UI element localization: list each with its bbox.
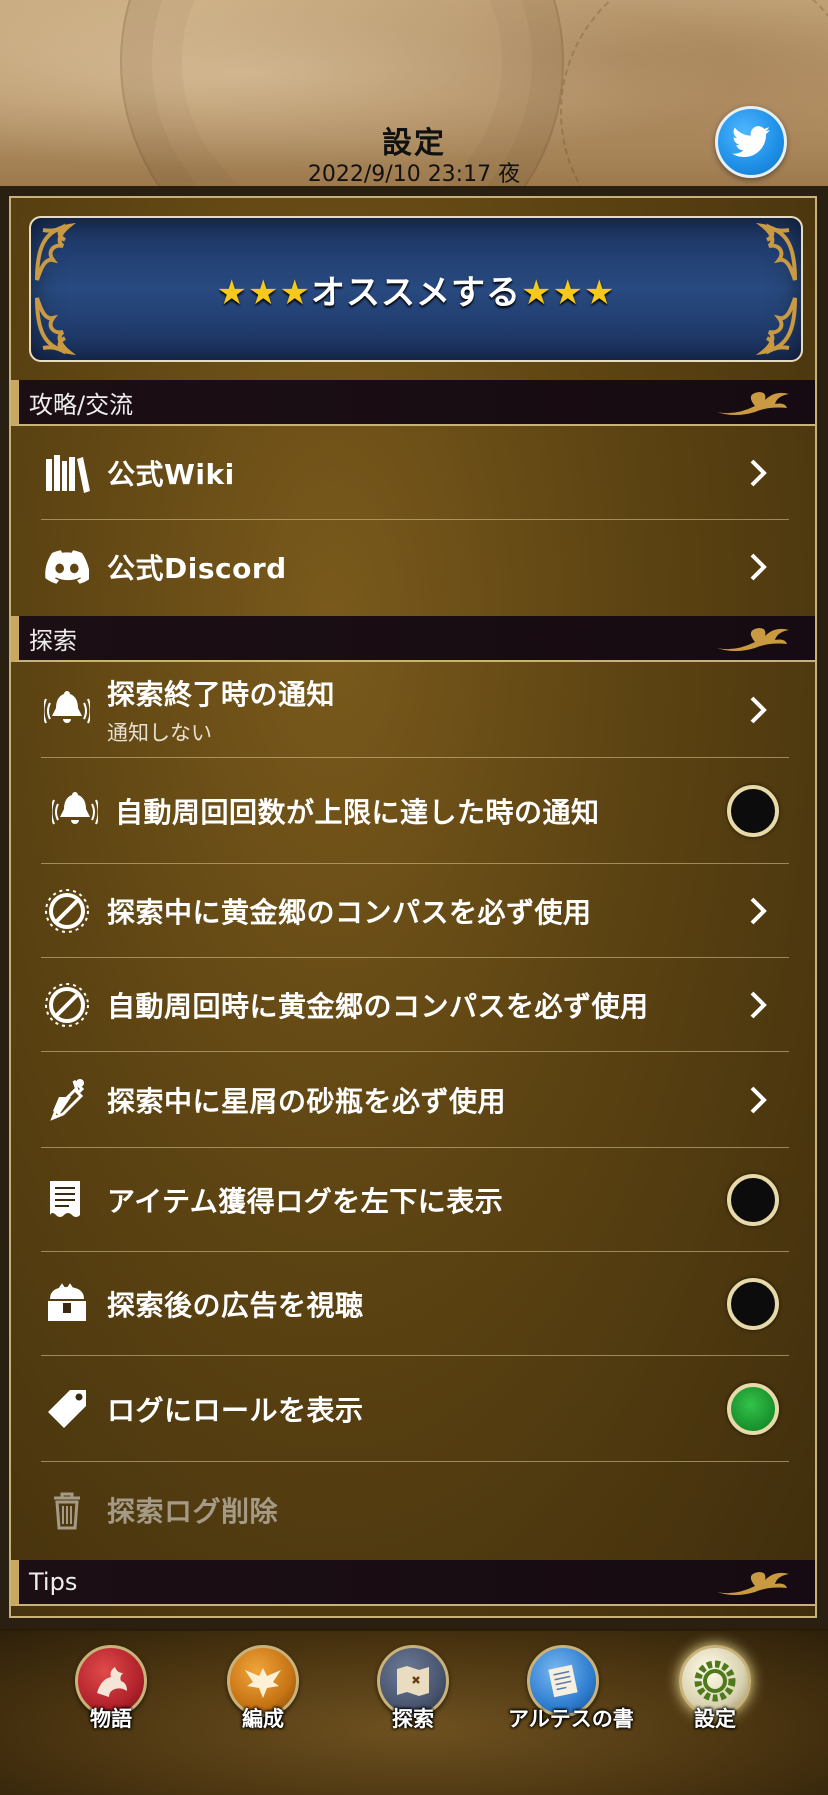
row-explore-use-compass[interactable]: 探索中に黄金郷のコンパスを必ず使用: [41, 864, 789, 958]
row-label: 自動周回時に黄金郷のコンパスを必ず使用: [107, 990, 649, 1023]
row-sublabel: 通知しない: [107, 721, 212, 745]
toggle-auto-loop-limit-notification[interactable]: [727, 785, 779, 837]
log-scroll-icon: [41, 1174, 93, 1226]
row-label: 探索終了時の通知: [107, 678, 336, 711]
banner-label: オススメする: [311, 272, 521, 313]
row-label: 公式Discord: [107, 552, 287, 585]
nav-label: アルテスの書: [508, 1707, 634, 1731]
section-title: Tips: [29, 1568, 78, 1596]
chevron-right-icon: [750, 991, 767, 1019]
section-header-strategy: 攻略/交流: [11, 380, 815, 426]
bell-icon: [41, 684, 93, 736]
row-label: 公式Wiki: [107, 458, 235, 491]
row-watch-ad-after-explore[interactable]: 探索後の広告を視聴: [41, 1252, 789, 1356]
recommend-banner-text: ★★★オススメする★★★: [217, 265, 616, 314]
discord-icon: [41, 541, 93, 593]
section-header-explore: 探索: [11, 616, 815, 662]
game-datetime: 2022/9/10 23:17 夜: [307, 162, 521, 187]
bottom-navigation: 物語 編成 探索 アルテスの書 設定: [0, 1628, 828, 1795]
chevron-right-icon: [750, 897, 767, 925]
row-label: 自動周回回数が上限に達した時の通知: [115, 796, 600, 829]
ornament-icon: [35, 222, 77, 281]
row-explore-end-notification[interactable]: 探索終了時の通知 通知しない: [41, 662, 789, 758]
row-label: 探索ログ削除: [107, 1495, 279, 1528]
twitter-icon: [732, 126, 770, 158]
toggle-watch-ad-after-explore[interactable]: [727, 1278, 779, 1330]
flourish-icon: [717, 628, 789, 651]
row-explore-use-sand-bottle[interactable]: 探索中に星屑の砂瓶を必ず使用: [41, 1052, 789, 1148]
row-show-role-in-log[interactable]: ログにロールを表示: [41, 1356, 789, 1462]
ornament-icon: [35, 297, 77, 356]
row-auto-loop-limit-notification[interactable]: 自動周回回数が上限に達した時の通知: [41, 758, 789, 864]
row-delete-explore-log[interactable]: 探索ログ削除: [41, 1462, 789, 1558]
row-item-log-display[interactable]: アイテム獲得ログを左下に表示: [41, 1148, 789, 1252]
sand-bottle-icon: [41, 1074, 93, 1126]
compass-icon: [41, 979, 93, 1031]
nav-label: 編成: [242, 1707, 284, 1731]
row-label: 探索中に黄金郷のコンパスを必ず使用: [107, 896, 592, 929]
nav-formation[interactable]: 編成: [208, 1645, 318, 1733]
nav-story[interactable]: 物語: [56, 1645, 166, 1733]
compass-icon: [41, 885, 93, 937]
stars-right: ★★★: [521, 272, 616, 313]
row-label: アイテム獲得ログを左下に表示: [107, 1185, 504, 1218]
nav-settings[interactable]: 設定: [660, 1645, 770, 1733]
nav-explore[interactable]: 探索: [358, 1645, 468, 1733]
chevron-right-icon: [750, 553, 767, 581]
chevron-right-icon: [750, 1086, 767, 1114]
section-title: 探索: [29, 626, 77, 655]
twitter-button[interactable]: [715, 106, 787, 178]
toggle-show-role-in-log[interactable]: [727, 1383, 779, 1435]
row-official-discord[interactable]: 公式Discord: [41, 520, 789, 614]
section-title: 攻略/交流: [29, 390, 134, 419]
bell-icon: [49, 785, 101, 837]
row-auto-loop-use-compass[interactable]: 自動周回時に黄金郷のコンパスを必ず使用: [41, 958, 789, 1052]
row-label: ログにロールを表示: [107, 1394, 364, 1427]
flourish-icon: [717, 392, 789, 415]
flourish-icon: [717, 1572, 789, 1595]
trash-icon: [41, 1484, 93, 1536]
row-label: 探索後の広告を視聴: [107, 1289, 364, 1322]
tag-icon: [41, 1383, 93, 1435]
nav-label: 物語: [90, 1707, 132, 1731]
chevron-right-icon: [750, 696, 767, 724]
recommend-banner[interactable]: ★★★オススメする★★★: [29, 216, 803, 362]
books-icon: [41, 447, 93, 499]
nav-artes-book[interactable]: アルテスの書: [508, 1645, 634, 1733]
toggle-item-log-display[interactable]: [727, 1174, 779, 1226]
ornament-icon: [755, 297, 797, 356]
nav-label: 設定: [694, 1707, 736, 1731]
stars-left: ★★★: [216, 272, 311, 313]
nav-label: 探索: [392, 1707, 434, 1731]
section-header-tips: Tips: [11, 1560, 815, 1606]
settings-panel: ★★★オススメする★★★ 攻略/交流 公式Wiki 公式Discord 探索 探…: [9, 196, 817, 1618]
chevron-right-icon: [750, 459, 767, 487]
row-label: 探索中に星屑の砂瓶を必ず使用: [107, 1085, 507, 1118]
treasure-chest-icon: [41, 1278, 93, 1330]
row-official-wiki[interactable]: 公式Wiki: [41, 426, 789, 520]
ornament-icon: [755, 222, 797, 281]
